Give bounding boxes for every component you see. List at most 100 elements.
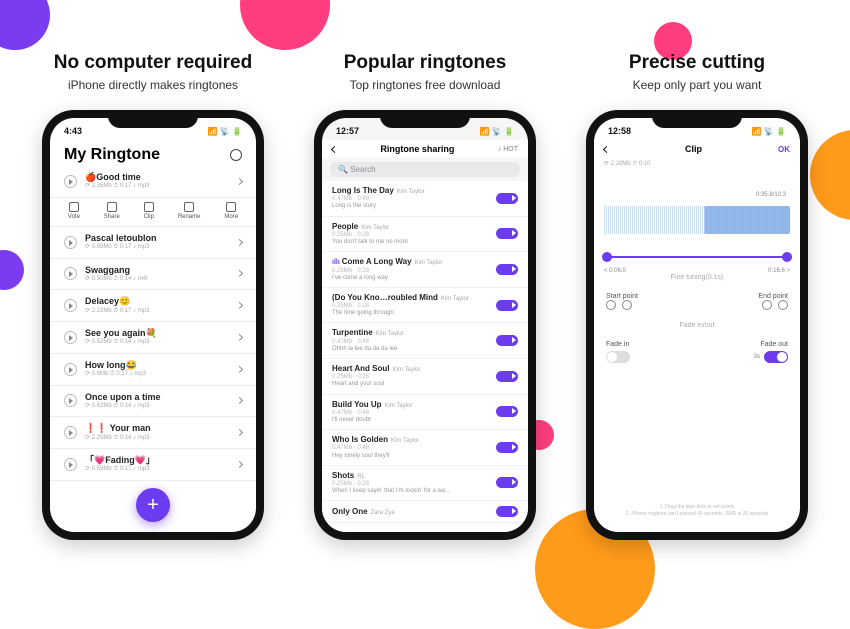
song-meta: ⟳ 0.6Mb ⏱ 0:17 ♪ mp3: [85, 371, 229, 379]
start-plus-button[interactable]: [622, 300, 632, 310]
phone-frame: 12:58 📶 📡 🔋 Clip OK ⟳ 2.28Mb ⏱ 0:10 0:35…: [586, 110, 808, 540]
popular-item[interactable]: Build You UpKim Taylor0.47Mb · 0:48I'll …: [322, 395, 528, 431]
popular-item[interactable]: TurpentineKim Taylor0.47Mb · 0:48Ohhh la…: [322, 323, 528, 359]
play-icon[interactable]: [64, 363, 77, 376]
slider-start-label: < 0:06.0: [604, 268, 626, 274]
play-icon[interactable]: [64, 331, 77, 344]
fade-in-toggle[interactable]: [606, 351, 630, 363]
play-icon[interactable]: [64, 175, 77, 188]
song-meta: ⟳ 2.22Mb ⏱ 0:17 ♪ mp3: [85, 308, 229, 316]
download-button[interactable]: [496, 228, 518, 239]
play-icon[interactable]: [64, 458, 77, 471]
ringtone-item[interactable]: 「💗Fading💗」⟳ 0.59Mb ⏱ 0:17 ♪ mp3: [50, 449, 256, 481]
status-time: 4:43: [64, 126, 82, 136]
song-title: Heart And SoulKim Taylor: [332, 364, 496, 374]
popular-item[interactable]: (Do You Kno…roubled MindKim Taylor0.25Mb…: [322, 288, 528, 324]
song-title: ❗❗ Your man: [85, 423, 229, 434]
phone-notch: [652, 110, 742, 128]
phone-frame: 12:57 📶 📡 🔋 Ringtone sharing ♪ HOT 🔍 Sea…: [314, 110, 536, 540]
download-button[interactable]: [496, 335, 518, 346]
slider-end-label: 0:16.6 >: [768, 268, 790, 274]
fade-out-toggle[interactable]: [764, 351, 788, 363]
song-lyric: Heart and your soul: [332, 381, 496, 388]
song-title: (Do You Kno…roubled MindKim Taylor: [332, 293, 496, 303]
action-toolbar: Vote Share Clip Rename More: [50, 198, 256, 227]
download-button[interactable]: [496, 406, 518, 417]
popular-item[interactable]: Long Is The DayKim Taylor0.47Mb · 0:48Lo…: [322, 181, 528, 217]
download-button[interactable]: [496, 477, 518, 488]
promo-card-3: Precise cutting Keep only part you want …: [574, 22, 820, 542]
handle-end[interactable]: [782, 252, 792, 262]
play-icon[interactable]: [64, 299, 77, 312]
start-minus-button[interactable]: [606, 300, 616, 310]
song-title: Swaggang: [85, 265, 229, 276]
range-slider[interactable]: [604, 256, 790, 258]
chevron-right-icon: [236, 270, 243, 277]
popular-item[interactable]: Who Is GoldenKim Taylor0.47Mb · 0:48Hey …: [322, 430, 528, 466]
ringtone-item[interactable]: How long😂⟳ 0.6Mb ⏱ 0:17 ♪ mp3: [50, 354, 256, 386]
file-meta: ⟳ 2.28Mb ⏱ 0:10: [594, 158, 800, 170]
search-input[interactable]: 🔍 Search: [330, 162, 520, 177]
tool-more[interactable]: More: [224, 202, 238, 220]
fade-out-label: Fade out: [760, 341, 788, 348]
song-title: Pascal letoublon: [85, 233, 229, 244]
popular-list[interactable]: Long Is The DayKim Taylor0.47Mb · 0:48Lo…: [322, 181, 528, 532]
end-minus-button[interactable]: [762, 300, 772, 310]
end-point-label: End point: [758, 293, 788, 300]
ringtone-item-featured[interactable]: 🍎Good time ⟳ 2.35Mb ⏱ 0:17 ♪ mp3: [50, 166, 256, 198]
play-icon[interactable]: [64, 236, 77, 249]
range-end-label: 0:35.8/10.3: [756, 192, 786, 198]
add-button[interactable]: +: [136, 488, 170, 522]
popular-item[interactable]: Only OneZara Zya: [322, 501, 528, 523]
song-title: Once upon a time: [85, 392, 229, 403]
waveform-editor[interactable]: 0:35.8/10.3 < 0:06.0 0:16.6 >: [604, 188, 790, 268]
page-title: My Ringtone: [64, 146, 160, 164]
popular-item[interactable]: PeopleKim Taylor0.25Mb · 0:28You don't t…: [322, 217, 528, 253]
popular-item[interactable]: ıllı Come A Long WayKim Taylor0.25Mb · 0…: [322, 252, 528, 288]
download-button[interactable]: [496, 300, 518, 311]
download-button[interactable]: [496, 193, 518, 204]
play-icon[interactable]: [64, 394, 77, 407]
ok-button[interactable]: OK: [778, 145, 790, 154]
song-title: Delacey😊: [85, 296, 229, 307]
ringtone-item[interactable]: Delacey😊⟳ 2.22Mb ⏱ 0:17 ♪ mp3: [50, 290, 256, 322]
download-button[interactable]: [496, 371, 518, 382]
song-title: ShotsRL: [332, 471, 496, 481]
ringtone-item[interactable]: Swaggang⟳ 0.50Mb ⏱ 0:14 ♪ m4r: [50, 259, 256, 291]
popular-item[interactable]: Heart And SoulKim Taylor0.25Mb · 0:28Hea…: [322, 359, 528, 395]
ringtone-list[interactable]: 🍎Good time ⟳ 2.35Mb ⏱ 0:17 ♪ mp3 Vote Sh…: [50, 166, 256, 532]
song-lyric: Hey lonely soul they'll: [332, 453, 496, 460]
status-icons: 📶 📡 🔋: [480, 127, 514, 136]
ringtone-item[interactable]: See you again💐⟳ 0.52Mb ⏱ 0:14 ♪ mp3: [50, 322, 256, 354]
back-icon[interactable]: [331, 145, 338, 152]
tool-clip[interactable]: Clip: [144, 202, 154, 220]
subtitle: iPhone directly makes ringtones: [68, 78, 238, 92]
ringtone-item[interactable]: Once upon a time⟳ 0.62Mb ⏱ 0:14 ♪ mp3: [50, 386, 256, 418]
gear-icon[interactable]: [230, 149, 242, 161]
song-meta: 0.47Mb · 0:48: [332, 410, 496, 417]
popular-item[interactable]: ShotsRL0.25Mb · 0:28When I keep sayin' t…: [322, 466, 528, 502]
back-icon[interactable]: [603, 145, 610, 152]
tool-rename[interactable]: Rename: [178, 202, 201, 220]
hot-link[interactable]: ♪ HOT: [498, 146, 518, 153]
download-button[interactable]: [496, 506, 518, 517]
ringtone-item[interactable]: Pascal letoublon⟳ 0.59Mb ⏱ 0:17 ♪ mp3: [50, 227, 256, 259]
play-icon[interactable]: [64, 426, 77, 439]
download-button[interactable]: [496, 442, 518, 453]
end-plus-button[interactable]: [778, 300, 788, 310]
song-meta: 0.47Mb · 0:48: [332, 445, 496, 452]
song-meta: 0.25Mb · 0:28: [332, 374, 496, 381]
tool-share[interactable]: Share: [104, 202, 120, 220]
phone-frame: 4:43 📶 📡 🔋 My Ringtone 🍎Good time ⟳ 2.35…: [42, 110, 264, 540]
handle-start[interactable]: [602, 252, 612, 262]
promo-card-2: Popular ringtones Top ringtones free dow…: [302, 22, 548, 542]
play-icon[interactable]: [64, 267, 77, 280]
download-button[interactable]: [496, 264, 518, 275]
song-title: 🍎Good time: [85, 172, 229, 183]
song-lyric: The time going through: [332, 310, 496, 317]
ringtone-item[interactable]: ❗❗ Your man⟳ 2.20Mb ⏱ 0:14 ♪ mp3: [50, 417, 256, 449]
start-point-label: Start point: [606, 293, 638, 300]
phone-screen-3: 12:58 📶 📡 🔋 Clip OK ⟳ 2.28Mb ⏱ 0:10 0:35…: [594, 118, 800, 532]
tool-vote[interactable]: Vote: [68, 202, 80, 220]
status-time: 12:58: [608, 126, 631, 136]
